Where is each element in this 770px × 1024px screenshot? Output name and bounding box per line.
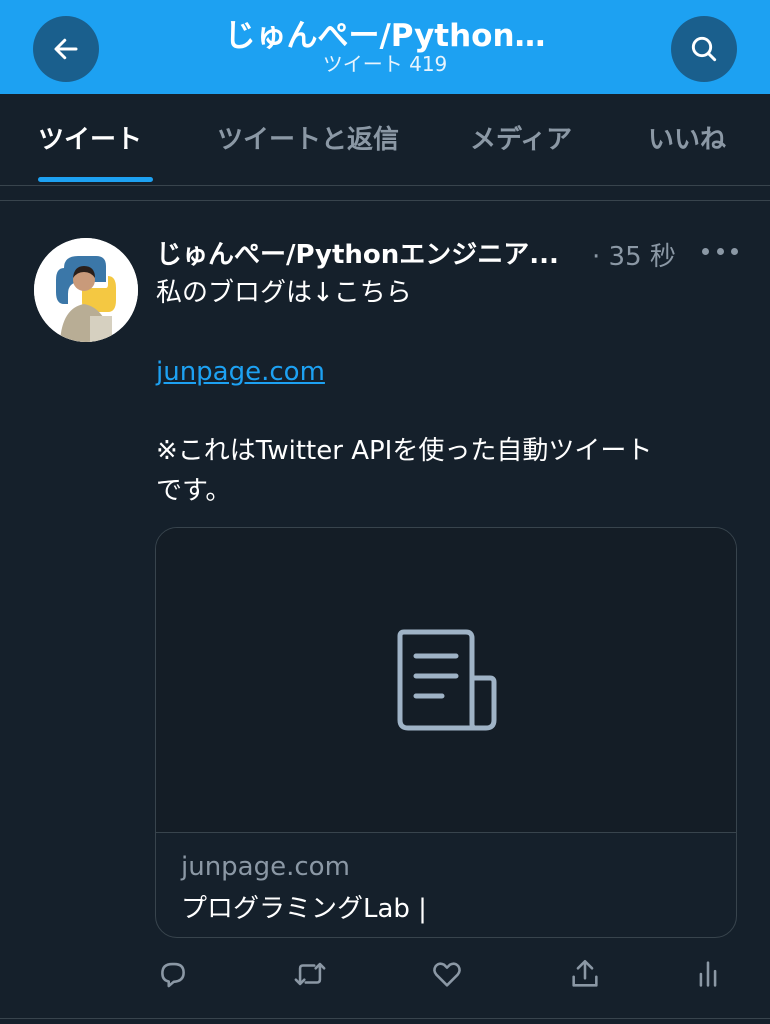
- dot-icon: [716, 247, 724, 255]
- retweet-icon: [294, 962, 326, 986]
- divider: [0, 200, 770, 201]
- arrow-left-icon: [54, 38, 78, 60]
- reply-icon: [161, 962, 185, 988]
- profile-tabs: ツイート ツイートと返信 メディア いいね: [0, 94, 770, 186]
- tab-media[interactable]: メディア: [470, 119, 572, 156]
- share-button[interactable]: [565, 950, 605, 998]
- link-preview-card[interactable]: junpage.com プログラミングLab |: [155, 527, 737, 938]
- tab-tweets-and-replies[interactable]: ツイートと返信: [217, 119, 399, 156]
- tweet-count: ツイート 419: [322, 52, 448, 76]
- analytics-icon: [699, 961, 717, 987]
- tweet-actions: [0, 950, 770, 1000]
- tweet-text-line: ※これはTwitter APIを使った自動ツイート: [156, 436, 653, 466]
- tweet-link-line: junpage.com: [156, 352, 736, 392]
- dot-icon: [731, 247, 738, 255]
- active-tab-indicator: [38, 177, 153, 182]
- card-image-placeholder: [156, 528, 736, 832]
- more-options-button[interactable]: [702, 234, 738, 268]
- tab-tweets[interactable]: ツイート: [38, 119, 142, 156]
- article-icon: [397, 629, 497, 731]
- tab-likes[interactable]: いいね: [648, 119, 726, 156]
- tweet-timestamp[interactable]: · 35 秒: [592, 236, 676, 273]
- card-domain: junpage.com: [181, 852, 350, 882]
- dot-icon: [702, 247, 709, 255]
- search-icon: [691, 36, 717, 62]
- retweet-button[interactable]: [290, 950, 330, 998]
- profile-header: じゅんぺー/Python… ツイート 419: [0, 0, 770, 94]
- card-divider: [156, 832, 736, 833]
- avatar-image: [34, 238, 138, 342]
- tweet-link[interactable]: junpage.com: [156, 357, 325, 387]
- like-button[interactable]: [427, 950, 467, 998]
- tweet-text-line: 私のブログは↓こちら: [156, 278, 412, 308]
- like-icon: [433, 962, 461, 987]
- analytics-button[interactable]: [688, 950, 728, 998]
- back-button[interactable]: [33, 16, 99, 82]
- avatar[interactable]: [34, 238, 138, 342]
- tweet-author-name[interactable]: じゅんぺー/Pythonエンジニア...: [156, 234, 596, 271]
- divider: [0, 1018, 770, 1019]
- share-icon: [572, 959, 598, 987]
- tweet-text-line: です。: [156, 476, 232, 506]
- search-button[interactable]: [671, 16, 737, 82]
- card-title: プログラミングLab |: [181, 894, 427, 924]
- reply-button[interactable]: [153, 950, 193, 998]
